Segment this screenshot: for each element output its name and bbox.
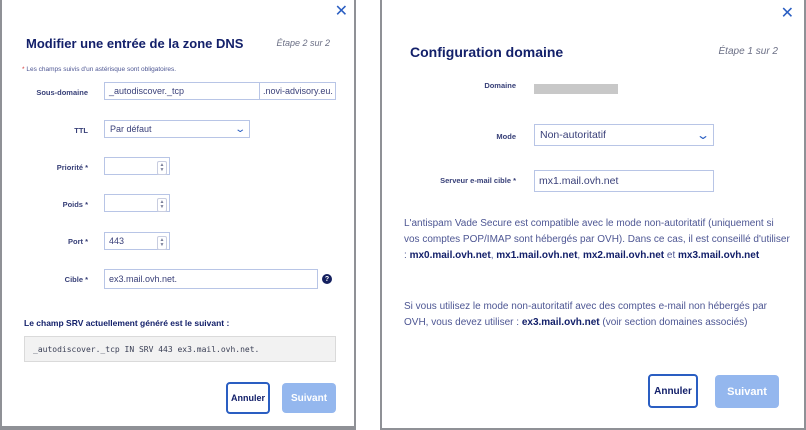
conjunction: et <box>664 250 679 261</box>
stepper-arrows-icon[interactable]: ▲ ▼ <box>157 161 167 175</box>
priority-input[interactable]: ▲ ▼ <box>104 157 170 175</box>
step-indicator: Étape 2 sur 2 <box>276 38 330 48</box>
target-label: Cible * <box>64 275 88 284</box>
mx3-server: mx3.mail.ovh.net <box>678 250 760 261</box>
subdomain-input[interactable]: _autodiscover._tcp <box>104 82 260 100</box>
separator: , <box>577 250 581 261</box>
ttl-label: TTL <box>74 126 88 135</box>
ttl-value: Par défaut <box>110 124 152 134</box>
weight-input[interactable]: ▲ ▼ <box>104 194 170 212</box>
mode-label: Mode <box>496 132 516 141</box>
weight-label: Poids * <box>62 200 88 209</box>
mode-value: Non-autoritatif <box>540 129 606 141</box>
target-input[interactable]: ex3.mail.ovh.net. <box>104 269 318 289</box>
port-input[interactable]: 443 ▲ ▼ <box>104 232 170 250</box>
step-indicator: Étape 1 sur 2 <box>718 46 778 57</box>
antispam-paragraph: L'antispam Vade Secure est compatible av… <box>404 216 792 264</box>
domain-config-modal: ✕ Configuration domaine Étape 1 sur 2 Do… <box>382 0 804 428</box>
modal-title: Modifier une entrée de la zone DNS <box>26 36 244 51</box>
next-button[interactable]: Suivant <box>282 383 336 413</box>
required-note-text: Les champs suivis d'un astérisque sont o… <box>26 66 177 73</box>
server-label: Serveur e-mail cible * <box>440 176 516 185</box>
domain-label: Domaine <box>484 81 516 90</box>
cancel-button[interactable]: Annuler <box>648 374 698 408</box>
ex3-server: ex3.mail.ovh.net <box>521 317 600 328</box>
help-icon[interactable]: ? <box>322 274 332 284</box>
server-input[interactable]: mx1.mail.ovh.net <box>534 170 714 192</box>
subdomain-label: Sous-domaine <box>36 88 88 97</box>
divider <box>356 0 380 430</box>
modal-title: Configuration domaine <box>410 44 564 60</box>
required-note: * Les champs suivis d'un astérisque sont… <box>22 66 176 73</box>
ttl-select[interactable]: Par défaut ⌄ <box>104 120 250 138</box>
close-icon[interactable]: ✕ <box>335 4 348 20</box>
para-text: (voir section domaines associés) <box>599 317 748 328</box>
chevron-down-icon: ⌄ <box>695 128 711 142</box>
non-hosted-paragraph: Si vous utilisez le mode non-autoritatif… <box>404 299 792 331</box>
domain-suffix: .novi-advisory.eu. <box>260 82 336 100</box>
srv-record: _autodiscover._tcp IN SRV 443 ex3.mail.o… <box>24 336 336 362</box>
stepper-arrows-icon[interactable]: ▲ ▼ <box>157 236 167 250</box>
mx2-server: mx2.mail.ovh.net <box>582 250 665 261</box>
chevron-down-icon: ⌄ <box>233 123 246 135</box>
mode-select[interactable]: Non-autoritatif ⌄ <box>534 124 714 146</box>
redacted-domain <box>534 84 618 94</box>
srv-label: Le champ SRV actuellement généré est le … <box>24 318 230 328</box>
dns-edit-modal: ✕ Modifier une entrée de la zone DNS Éta… <box>2 0 354 426</box>
mx0-server: mx0.mail.ovh.net <box>409 250 491 261</box>
stepper-arrows-icon[interactable]: ▲ ▼ <box>157 198 167 212</box>
priority-label: Priorité * <box>56 163 88 172</box>
next-button[interactable]: Suivant <box>715 375 779 408</box>
required-star: * <box>22 66 25 73</box>
close-icon[interactable]: ✕ <box>781 6 794 22</box>
mx1-server: mx1.mail.ovh.net <box>496 250 578 261</box>
port-value: 443 <box>109 236 125 246</box>
port-label: Port * <box>67 237 88 246</box>
cancel-button[interactable]: Annuler <box>226 382 270 414</box>
